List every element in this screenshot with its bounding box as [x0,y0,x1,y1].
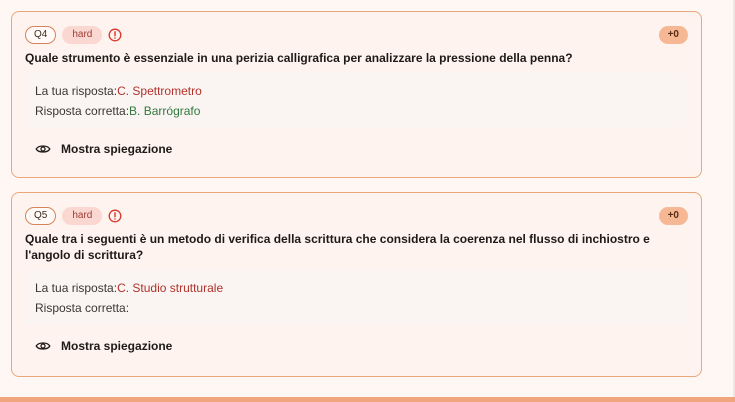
question-card-q4: Q4 hard +0 Quale strumento è essenziale … [11,11,702,178]
question-number-badge: Q5 [25,207,57,225]
results-list: Q4 hard +0 Quale strumento è essenziale … [11,11,702,377]
question-number-badge: Q4 [25,26,57,44]
show-explanation-button[interactable]: Mostra spiegazione [25,335,688,357]
question-header: Q5 hard [25,207,688,225]
question-header: Q4 hard [25,26,688,44]
alert-circle-icon [108,209,122,223]
alert-circle-icon [108,28,122,42]
show-explanation-label: Mostra spiegazione [61,142,173,156]
your-answer-row: La tua risposta:C. Studio strutturale [35,278,678,298]
show-explanation-label: Mostra spiegazione [61,339,173,353]
score-badge: +0 [658,207,688,225]
correct-answer-label: Risposta corretta: [35,301,130,315]
eye-icon [35,145,51,153]
question-text: Quale strumento è essenziale in una peri… [25,51,573,65]
question-card-q5: Q5 hard +0 Quale tra i seguenti è un met… [11,192,702,377]
your-answer-row: La tua risposta:C. Spettrometro [35,81,678,101]
difficulty-badge: hard [62,207,103,225]
answers-box: La tua risposta:C. Spettrometro Risposta… [25,72,688,128]
eye-icon [35,342,51,350]
score-badge: +0 [658,26,688,44]
your-answer-label: La tua risposta: [35,281,118,295]
difficulty-badge: hard [62,26,103,44]
answers-box: La tua risposta:C. Studio strutturale Ri… [25,269,688,325]
question-text: Quale tra i seguenti è un metodo di veri… [25,232,650,262]
your-answer-value: C. Studio strutturale [117,281,224,295]
your-answer-value: C. Spettrometro [117,84,202,98]
correct-answer-row: Risposta corretta:B. Barrógrafo [35,101,678,121]
correct-answer-row: Risposta corretta: [35,298,678,318]
footer-accent-bar [0,397,735,402]
show-explanation-button[interactable]: Mostra spiegazione [25,138,688,160]
correct-answer-value: B. Barrógrafo [129,104,201,118]
correct-answer-label: Risposta corretta: [35,104,130,118]
your-answer-label: La tua risposta: [35,84,118,98]
